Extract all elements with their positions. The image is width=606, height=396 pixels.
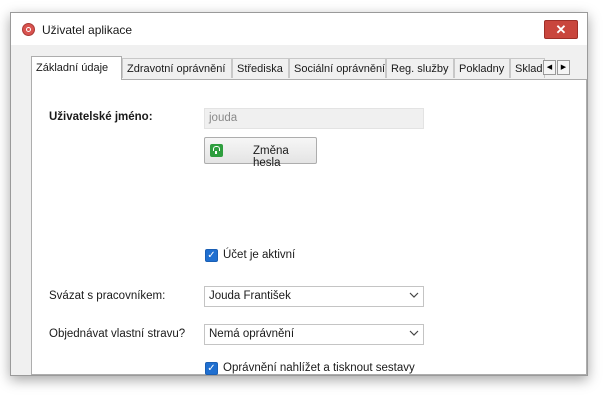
tab-sklad[interactable]: Sklad xyxy=(510,58,545,78)
change-password-label: Změna hesla xyxy=(253,145,289,169)
account-active-label: Účet je aktivní xyxy=(223,249,296,261)
app-logo-icon xyxy=(22,23,35,36)
link-worker-value: Jouda František xyxy=(209,290,291,302)
window-title: Uživatel aplikace xyxy=(42,23,133,37)
close-button[interactable]: ✕ xyxy=(544,20,578,39)
order-diet-value: Nemá oprávnění xyxy=(209,328,295,340)
link-worker-label: Svázat s pracovníkem: xyxy=(49,290,166,302)
tab-reg-sluzby[interactable]: Reg. služby xyxy=(386,58,454,78)
chevron-down-icon xyxy=(409,292,419,298)
tab-strediska[interactable]: Střediska xyxy=(232,58,289,78)
account-active-checkbox[interactable]: ✓ xyxy=(205,249,218,262)
reports-permission-label: Oprávnění nahlížet a tisknout sestavy xyxy=(223,362,415,374)
change-password-button[interactable]: Změna hesla xyxy=(204,137,317,169)
chevron-down-icon xyxy=(409,330,419,336)
tab-zakladni-udaje[interactable]: Základní údaje xyxy=(31,56,122,80)
tab-scroll-left-icon[interactable]: ◀ xyxy=(543,60,556,75)
username-field[interactable]: jouda xyxy=(204,108,424,129)
order-diet-select[interactable]: Nemá oprávnění xyxy=(204,324,424,345)
tab-scroll-right-icon[interactable]: ▶ xyxy=(557,60,570,75)
order-diet-label: Objednávat vlastní stravu? xyxy=(49,328,186,340)
link-worker-select[interactable]: Jouda František xyxy=(204,286,424,307)
tab-socialni-opravneni[interactable]: Sociální oprávnění xyxy=(289,58,386,78)
user-app-window: Uživatel aplikace ✕ Základní údaje Zdrav… xyxy=(10,12,588,376)
tab-zdravotni-opravneni[interactable]: Zdravotní oprávnění xyxy=(122,58,232,78)
unlock-icon xyxy=(210,144,223,157)
username-label: Uživatelské jméno: xyxy=(49,111,153,123)
basic-info-panel: Uživatelské jméno: jouda Změna hesla ✓ Ú… xyxy=(31,79,587,375)
title-bar: Uživatel aplikace ✕ xyxy=(11,13,587,45)
tab-strip: Základní údaje Zdravotní oprávnění Střed… xyxy=(31,56,587,80)
reports-permission-checkbox[interactable]: ✓ xyxy=(205,362,218,375)
tab-pokladny[interactable]: Pokladny xyxy=(454,58,510,78)
